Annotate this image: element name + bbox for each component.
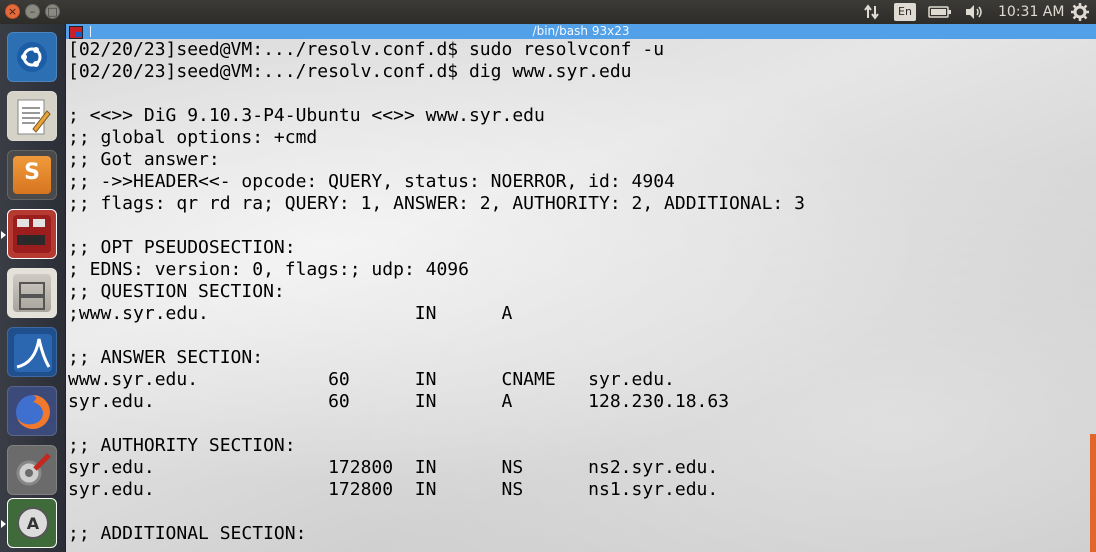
- launcher-wireshark-button[interactable]: [7, 327, 57, 377]
- terminal-title-bar[interactable]: /bin/bash 93x23: [66, 24, 1096, 39]
- terminal-app-icon: [69, 26, 83, 39]
- launcher-firefox-button[interactable]: [7, 386, 57, 436]
- ubuntu-logo-icon: [17, 42, 47, 72]
- settings-gear-icon[interactable]: [1068, 0, 1092, 24]
- minimize-window-button[interactable]: –: [25, 4, 40, 19]
- volume-icon[interactable]: [962, 0, 986, 24]
- settings-wrench-icon: [16, 453, 51, 486]
- terminal-line: ; EDNS: version: 0, flags:; udp: 4096: [68, 259, 469, 280]
- terminal-line: ;; Got answer:: [68, 149, 220, 170]
- terminal-line: ;; OPT PSEUDOSECTION:: [68, 237, 296, 258]
- file-cabinet-icon: [13, 274, 51, 312]
- terminal-line: ;; QUESTION SECTION:: [68, 281, 285, 302]
- notepad-pencil-icon: [17, 99, 51, 135]
- terminal-line: ;; global options: +cmd: [68, 127, 318, 148]
- launcher-text-editor-button[interactable]: [7, 91, 57, 141]
- launcher-files-button[interactable]: [7, 268, 57, 318]
- terminal-line: [02/20/23]seed@VM:.../resolv.conf.d$ dig…: [68, 61, 632, 82]
- svg-text:A: A: [27, 514, 40, 533]
- keyboard-layout-indicator[interactable]: En: [894, 3, 916, 21]
- close-window-button[interactable]: ×: [5, 4, 20, 19]
- launcher-updater-button[interactable]: A: [1, 498, 57, 548]
- sublime-s-icon: S: [13, 156, 51, 194]
- active-pip-left: [1, 231, 6, 239]
- updater-a-icon: A: [17, 507, 49, 539]
- terminal-output[interactable]: [02/20/23]seed@VM:.../resolv.conf.d$ sud…: [66, 39, 1096, 552]
- terminal-line: ;; flags: qr rd ra; QUERY: 1, ANSWER: 2,…: [68, 193, 805, 214]
- terminal-line: www.syr.edu. 60 IN CNAME syr.edu.: [68, 369, 675, 390]
- clock[interactable]: 10:31 AM: [998, 4, 1064, 20]
- launcher-sublime-button[interactable]: S: [7, 150, 57, 200]
- terminal-line: syr.edu. 60 IN A 128.230.18.63: [68, 391, 730, 412]
- maximize-window-button[interactable]: □: [45, 4, 60, 19]
- terminal-line: ; <<>> DiG 9.10.3-P4-Ubuntu <<>> www.syr…: [68, 105, 545, 126]
- wireshark-fin-icon: [14, 334, 52, 372]
- terminal-line: ;; AUTHORITY SECTION:: [68, 435, 296, 456]
- title-separator: [90, 26, 91, 37]
- terminal-line: ;www.syr.edu. IN A: [68, 303, 513, 324]
- terminal-window[interactable]: /bin/bash 93x23 [02/20/23]seed@VM:.../re…: [66, 24, 1096, 552]
- launcher-terminal-button[interactable]: [1, 209, 57, 259]
- window-title: /bin/bash 93x23: [532, 24, 630, 38]
- terminal-icon: [13, 215, 51, 253]
- terminal-line: ;; ADDITIONAL SECTION:: [68, 523, 307, 544]
- network-arrows-icon[interactable]: [860, 0, 884, 24]
- running-pip-left: [1, 520, 6, 528]
- launcher-settings-button[interactable]: [7, 445, 57, 495]
- firefox-icon: [16, 395, 50, 429]
- launcher-dash-button[interactable]: [7, 32, 57, 82]
- terminal-line: [02/20/23]seed@VM:.../resolv.conf.d$ sud…: [68, 39, 665, 60]
- scroll-indicator[interactable]: [1090, 434, 1096, 552]
- top-panel: × – □ En 10:31 AM: [0, 0, 1096, 24]
- terminal-line: syr.edu. 172800 IN NS ns2.syr.edu.: [68, 457, 719, 478]
- terminal-line: ;; ANSWER SECTION:: [68, 347, 264, 368]
- terminal-line: syr.edu. 172800 IN NS ns1.syr.edu.: [68, 479, 719, 500]
- terminal-line: ;; ->>HEADER<<- opcode: QUERY, status: N…: [68, 171, 675, 192]
- launcher: S A: [0, 24, 66, 552]
- battery-icon[interactable]: [926, 0, 954, 24]
